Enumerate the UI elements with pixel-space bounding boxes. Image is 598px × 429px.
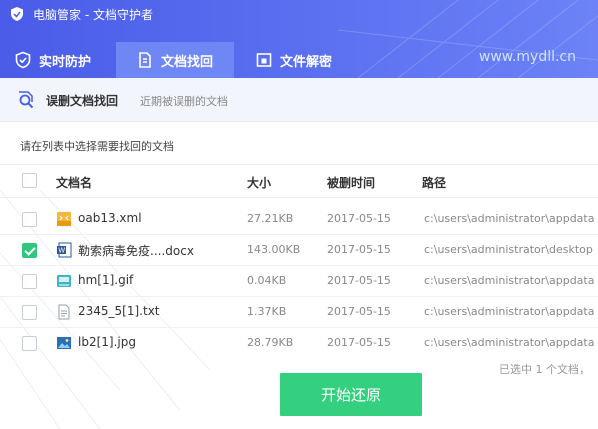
table-row[interactable]: W 勒索病毒免疫....docx 143.00KB 2017-05-15 c:\… <box>0 235 598 266</box>
table-row[interactable]: 2345_5[1].txt 1.37KB 2017-05-15 c:\users… <box>0 297 598 328</box>
file-path: c:\users\administrator\appdata <box>424 336 595 349</box>
tab-label: 文档找回 <box>161 54 214 70</box>
section-title: 误删文档找回 <box>46 94 119 108</box>
file-size: 1.37KB <box>247 305 287 318</box>
deleted-date: 2017-05-15 <box>327 212 391 225</box>
column-header-path[interactable]: 路径 <box>422 174 446 191</box>
svg-text:W: W <box>58 247 65 255</box>
txt-file-icon <box>58 304 70 320</box>
row-checkbox[interactable] <box>22 274 37 289</box>
row-checkbox[interactable] <box>22 305 37 320</box>
column-header-size[interactable]: 大小 <box>247 174 271 191</box>
file-path: c:\users\administrator\desktop <box>424 243 593 256</box>
app-logo-icon <box>11 7 23 21</box>
file-size: 143.00KB <box>247 243 301 256</box>
deleted-date: 2017-05-15 <box>327 243 391 256</box>
tab-label: 实时防护 <box>39 54 92 70</box>
unlock-icon <box>256 53 272 67</box>
tab-document-recovery[interactable]: 文档找回 <box>116 42 234 78</box>
file-path: c:\users\administrator\appdata <box>424 305 595 318</box>
table-header: 文档名 大小 被删时间 路径 <box>0 164 598 198</box>
column-header-name[interactable]: 文档名 <box>56 174 92 191</box>
document-restore-icon <box>139 52 151 68</box>
file-name: 2345_5[1].txt <box>78 304 160 318</box>
file-name: 勒索病毒免疫....docx <box>78 244 194 258</box>
xml-file-icon <box>57 212 71 226</box>
file-name: oab13.xml <box>78 211 142 225</box>
search-icon <box>19 91 34 109</box>
tab-file-decrypt[interactable]: 文件解密 <box>255 42 365 78</box>
select-all-checkbox[interactable] <box>22 173 37 188</box>
window-title: 电脑管家 - 文档守护者 <box>33 8 153 22</box>
file-size: 28.79KB <box>247 336 294 349</box>
title-bar: 电脑管家 - 文档守护者 实时防护 文档找回 文件解密 www.mydll.cn <box>0 0 598 78</box>
row-checkbox[interactable] <box>22 212 37 227</box>
word-file-icon: W <box>57 242 72 258</box>
start-restore-button[interactable]: 开始还原 <box>280 373 422 416</box>
file-name: lb2[1].jpg <box>78 335 136 349</box>
instruction-text: 请在列表中选择需要找回的文档 <box>20 140 174 153</box>
tab-realtime-protection[interactable]: 实时防护 <box>14 42 114 78</box>
file-size: 27.21KB <box>247 212 294 225</box>
selection-status: 已选中 1 个文档， <box>499 363 590 376</box>
section-header: 误删文档找回 近期被误删的文档 <box>0 78 598 122</box>
deleted-date: 2017-05-15 <box>327 274 391 287</box>
deleted-date: 2017-05-15 <box>327 305 391 318</box>
file-path: c:\users\administrator\appdata <box>424 274 595 287</box>
table-row[interactable]: hm[1].gif 0.04KB 2017-05-15 c:\users\adm… <box>0 266 598 297</box>
watermark-text: www.mydll.cn <box>478 49 576 65</box>
row-checkbox[interactable] <box>22 336 37 351</box>
header-decoration <box>338 0 598 78</box>
file-name: hm[1].gif <box>78 273 134 287</box>
tab-label: 文件解密 <box>280 54 333 70</box>
table-row[interactable]: lb2[1].jpg 28.79KB 2017-05-15 c:\users\a… <box>0 328 598 359</box>
deleted-date: 2017-05-15 <box>327 336 391 349</box>
column-header-deleted-time[interactable]: 被删时间 <box>327 174 375 191</box>
shield-icon <box>15 51 31 69</box>
image-file-icon <box>57 337 71 349</box>
section-subtitle: 近期被误删的文档 <box>140 95 228 108</box>
table-row[interactable]: oab13.xml 27.21KB 2017-05-15 c:\users\ad… <box>0 204 598 235</box>
gif-file-icon <box>57 275 71 287</box>
file-path: c:\users\administrator\appdata <box>424 212 595 225</box>
file-size: 0.04KB <box>247 274 287 287</box>
row-checkbox-checked[interactable] <box>22 243 37 258</box>
